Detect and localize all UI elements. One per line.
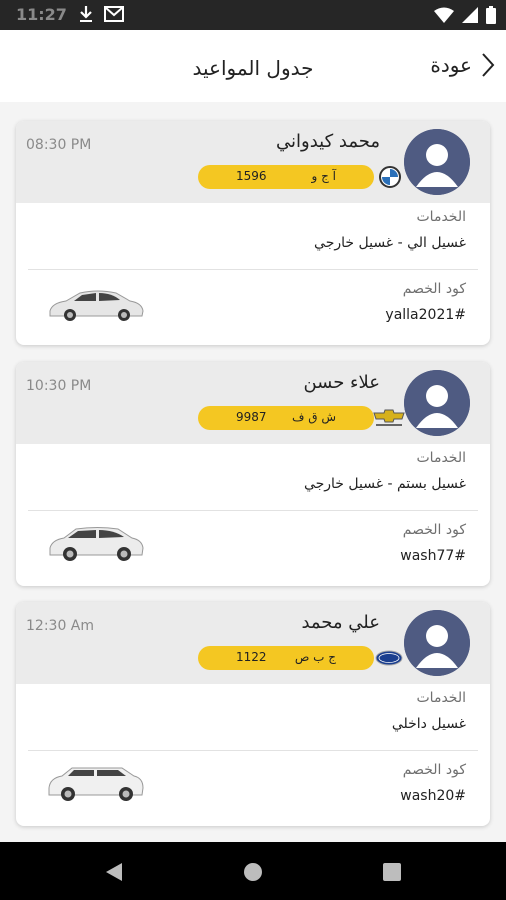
plate-letters: آ ج و [311,169,336,183]
services-value: غسيل بستم - غسيل خارجي [303,476,466,492]
customer-name: محمد كيدواني [276,131,380,152]
gmail-icon [104,6,124,22]
divider [28,269,478,270]
bmw-logo-icon [378,165,402,189]
nav-back-icon[interactable] [102,860,126,884]
status-bar: 11:27 [0,0,506,30]
divider [28,750,478,751]
appointment-card[interactable]: علاء حسن 10:30 PM ش ق ف 9987 الخدمات غسي… [16,362,490,586]
divider [28,510,478,511]
appointment-card[interactable]: علي محمد 12:30 Am ج ب ص 1122 الخدمات غسي… [16,602,490,826]
battery-icon [486,6,496,24]
customer-name: علاء حسن [303,372,380,393]
sedan-car-icon [49,290,144,321]
user-avatar-icon [404,370,470,436]
appointment-card[interactable]: محمد كيدواني 08:30 PM آ ج و 1596 الخدمات… [16,121,490,345]
license-plate: ش ق ف 9987 [198,406,374,430]
discount-code: yalla2021# [385,307,466,323]
appointment-time: 08:30 PM [26,137,92,153]
chevrolet-logo-icon [372,406,406,430]
plate-number: 1596 [236,169,267,183]
appointment-time: 12:30 Am [26,618,95,634]
license-plate: آ ج و 1596 [198,165,374,189]
nav-home-icon[interactable] [241,860,265,884]
services-label: الخدمات [416,209,467,225]
ford-logo-icon [374,646,404,670]
appointment-time: 10:30 PM [26,378,92,394]
avatar [404,610,470,676]
nav-recents-icon[interactable] [380,860,404,884]
discount-label: كود الخصم [402,522,466,538]
user-avatar-icon [404,129,470,195]
wifi-icon [434,7,454,23]
services-value: غسيل الي - غسيل خارجي [314,235,466,251]
suv-car-icon [49,527,144,561]
plate-number: 1122 [236,650,267,664]
user-avatar-icon [404,610,470,676]
plate-letters: ش ق ف [291,410,336,424]
customer-name: علي محمد [301,612,380,633]
status-time: 11:27 [16,5,67,24]
avatar [404,370,470,436]
license-plate: ج ب ص 1122 [198,646,374,670]
discount-code: wash77# [400,548,466,564]
signal-icon [462,7,478,23]
services-label: الخدمات [416,450,467,466]
large-suv-car-icon [48,767,144,801]
system-nav-bar [0,842,506,900]
plate-letters: ج ب ص [294,650,336,664]
services-label: الخدمات [416,690,467,706]
plate-number: 9987 [236,410,267,424]
discount-label: كود الخصم [402,281,466,297]
page-title: جدول المواعيد [192,56,314,80]
download-icon [80,6,92,22]
discount-code: wash20# [400,788,466,804]
discount-label: كود الخصم [402,762,466,778]
app-header: عودة جدول المواعيد [0,30,506,102]
services-value: غسيل داخلي [391,716,466,732]
avatar [404,129,470,195]
